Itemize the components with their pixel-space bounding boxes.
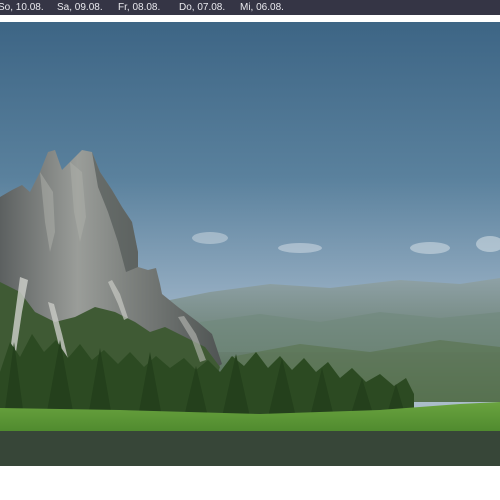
date-tab-thu[interactable]: Do, 07.08. [179, 0, 225, 15]
separator [0, 15, 500, 22]
date-navigation-bar: So, 10.08. Sa, 09.08. Fr, 08.08. Do, 07.… [0, 0, 500, 15]
page-footer-space [0, 466, 500, 500]
foreground-band [0, 431, 500, 466]
webcam-image [0, 22, 500, 466]
date-tab-wed[interactable]: Mi, 06.08. [240, 0, 284, 15]
date-tab-sat[interactable]: Sa, 09.08. [57, 0, 103, 15]
date-tab-fri[interactable]: Fr, 08.08. [118, 0, 160, 15]
date-tab-sun[interactable]: So, 10.08. [0, 0, 44, 15]
